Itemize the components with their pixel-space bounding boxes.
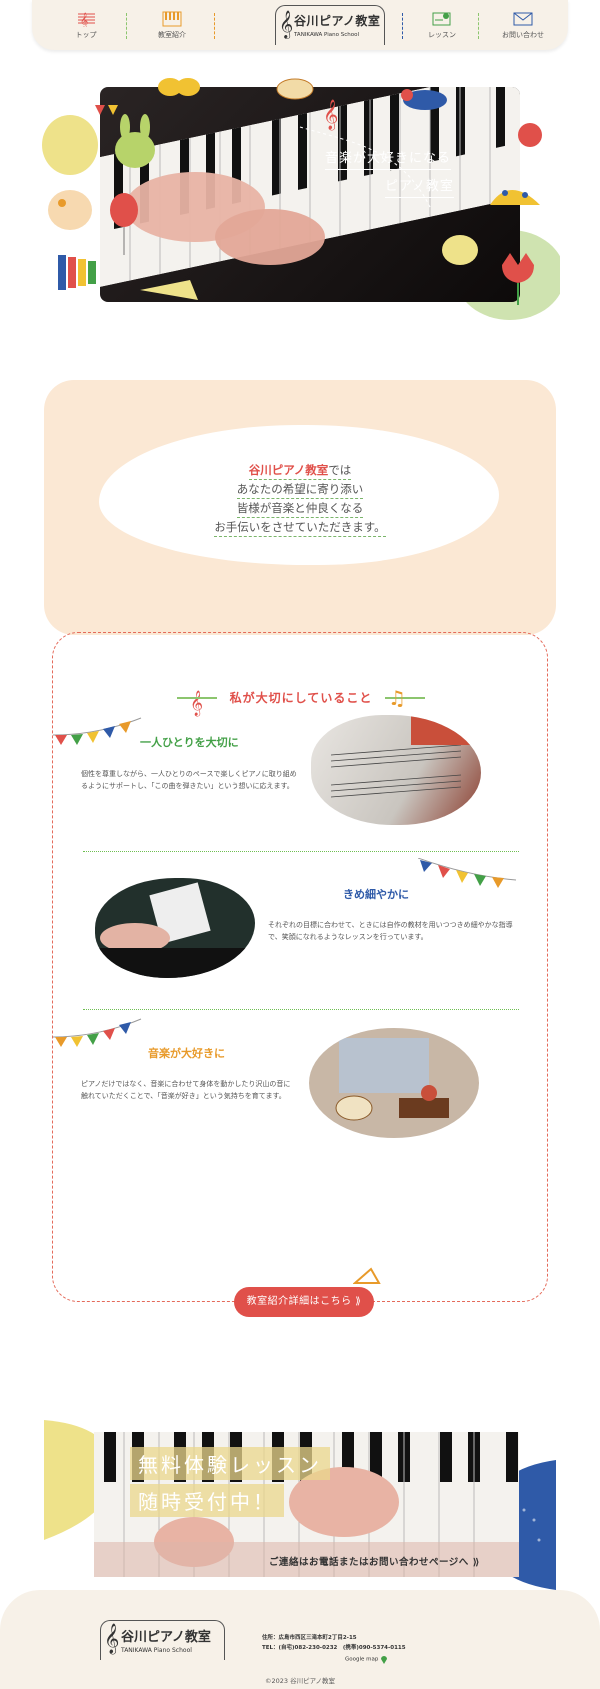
treble-clef-icon: 𝄞 [323, 99, 338, 131]
nav-divider [126, 13, 127, 39]
intro-line2-text: あなたの希望に寄り添い [236, 482, 364, 499]
footer: 𝄞 谷川ピアノ教室 TANIKAWA Piano School 住所：広島市西区… [0, 1590, 600, 1689]
intro-school-name: 谷川ピアノ教室 [248, 463, 329, 477]
values-section: 𝄞 私が大切にしていること ♫ 一人ひとりを大切に 個性を尊重しながら、一人ひと… [52, 632, 548, 1302]
mail-icon [513, 12, 533, 25]
music-staff-icon: 𝄞 [78, 13, 95, 27]
triangle-icon [353, 1267, 381, 1284]
logo-title: 谷川ピアノ教室 [294, 14, 381, 28]
mushroom-icon [490, 190, 540, 205]
balloon-icon [110, 193, 138, 255]
intro-line2: あなたの希望に寄り添い [44, 481, 556, 499]
lesson-title-line1: 無料体験レッスン [130, 1447, 330, 1480]
chick-icon [442, 235, 478, 265]
music-book-icon [432, 12, 451, 25]
value-heading-1: 一人ひとりを大切に [140, 736, 239, 749]
nav-contact-label: お問い合わせ [502, 30, 544, 39]
logo-subtitle: TANIKAWA Piano School [294, 32, 360, 38]
treble-clef-icon: 𝄞 [279, 10, 294, 38]
footer-logo-title: 谷川ピアノ教室 [121, 1630, 211, 1645]
site-logo[interactable]: 𝄞 谷川ピアノ教室 TANIKAWA Piano School [275, 5, 385, 45]
values-title: 私が大切にしていること [177, 689, 425, 706]
intro-line1: 谷川ピアノ教室では [44, 462, 556, 480]
footer-map-link[interactable]: Google map [345, 1654, 388, 1664]
intro-line1-rest: では [328, 463, 352, 477]
apple-icon [518, 123, 542, 147]
cat-icon [48, 190, 92, 230]
hero: 音楽が大好きになる ピアノ教室 𝄞 [40, 75, 560, 335]
nav-top[interactable]: 𝄞 トップ [60, 0, 112, 50]
nav-divider [214, 13, 215, 39]
lesson-title-line2: 随時受付中！ [130, 1484, 284, 1517]
header: 𝄞 トップ 教室紹介 𝄞 谷川ピアノ教室 TANIKAWA Piano Scho… [32, 0, 568, 50]
intro-line3: 皆様が音楽と仲良くなる [44, 500, 556, 518]
bunting-icon [53, 1018, 142, 1047]
intro-section: 谷川ピアノ教室では あなたの希望に寄り添い 皆様が音楽と仲良くなる お手伝いをさ… [44, 380, 556, 635]
values-divider [83, 851, 519, 852]
value-text-3: ピアノだけではなく、音楽に合わせて身体を動かしたり沢山の音に触れていただくことで… [81, 1080, 291, 1100]
nav-divider [478, 13, 479, 39]
trumpet-icon [140, 280, 198, 300]
bird-icon [401, 89, 447, 110]
music-note-icon: ♫ [388, 686, 406, 710]
page: 𝄞 トップ 教室紹介 𝄞 谷川ピアノ教室 TANIKAWA Piano Scho… [0, 0, 600, 1689]
bunting-icon [418, 858, 517, 888]
footer-logo-subtitle: TANIKAWA Piano School [121, 1647, 192, 1654]
value-text-1: 個性を尊重しながら、一人ひとりのペースで楽しくピアノに取り組めるようにサポートし… [81, 770, 297, 790]
value-photo-sheet-music [311, 715, 481, 825]
value-photo-instruments [309, 1028, 479, 1138]
value-text-2: それぞれの目標に合わせて、ときには自作の教材を用いつつきめ細やかな指導で、笑顔に… [268, 921, 513, 941]
intro-line4: お手伝いをさせていただきます。 [44, 519, 556, 537]
rabbit-icon [115, 114, 155, 168]
nav-contact[interactable]: お問い合わせ [488, 0, 558, 50]
treble-clef-icon: 𝄞 [104, 1624, 120, 1654]
hero-illustrations: 𝄞 [48, 78, 542, 305]
value-photo-hands [95, 878, 255, 978]
value-heading-3: 音楽が大好きに [148, 1047, 225, 1060]
tulip-icon [502, 253, 534, 305]
bunting-icon [95, 105, 118, 115]
nav-top-label: トップ [75, 30, 97, 39]
tambourine-icon [276, 78, 314, 100]
svg-text:𝄞: 𝄞 [80, 13, 88, 27]
nav-about[interactable]: 教室紹介 [144, 0, 200, 50]
intro-line4-text: お手伝いをさせていただきます。 [214, 520, 386, 537]
butterfly-icon [158, 78, 200, 96]
about-detail-button[interactable]: 教室紹介詳細はこちら ⟫ [234, 1287, 374, 1317]
google-map-label: Google map [345, 1656, 379, 1663]
lesson-contact-link[interactable]: ご連絡はお電話またはお問い合わせページへ ⟫ [269, 1554, 480, 1568]
xylophone-icon [58, 255, 96, 290]
piano-keys-icon [162, 11, 182, 26]
trial-lesson-banner[interactable]: 無料体験レッスン 随時受付中！ ご連絡はお電話またはお問い合わせページへ ⟫ [44, 1420, 556, 1590]
nav-lesson[interactable]: レッスン [414, 0, 470, 50]
value-heading-2: きめ細やかに [343, 888, 409, 901]
footer-address: 住所：広島市西区三滝本町2丁目2-15 [262, 1635, 357, 1641]
nav-about-label: 教室紹介 [158, 30, 186, 39]
nav-lesson-label: レッスン [428, 30, 456, 39]
copyright: ©2023 谷川ピアノ教室 [264, 1677, 336, 1685]
footer-logo[interactable]: 𝄞 谷川ピアノ教室 TANIKAWA Piano School [100, 1620, 225, 1660]
map-pin-icon [381, 1656, 388, 1664]
footer-tel: TEL：(自宅)082-230-0232 (携帯)090-5374-0115 [262, 1645, 406, 1651]
nav-divider [402, 13, 403, 39]
intro-line3-text: 皆様が音楽と仲良くなる [236, 501, 364, 518]
bunting-icon [53, 717, 142, 745]
